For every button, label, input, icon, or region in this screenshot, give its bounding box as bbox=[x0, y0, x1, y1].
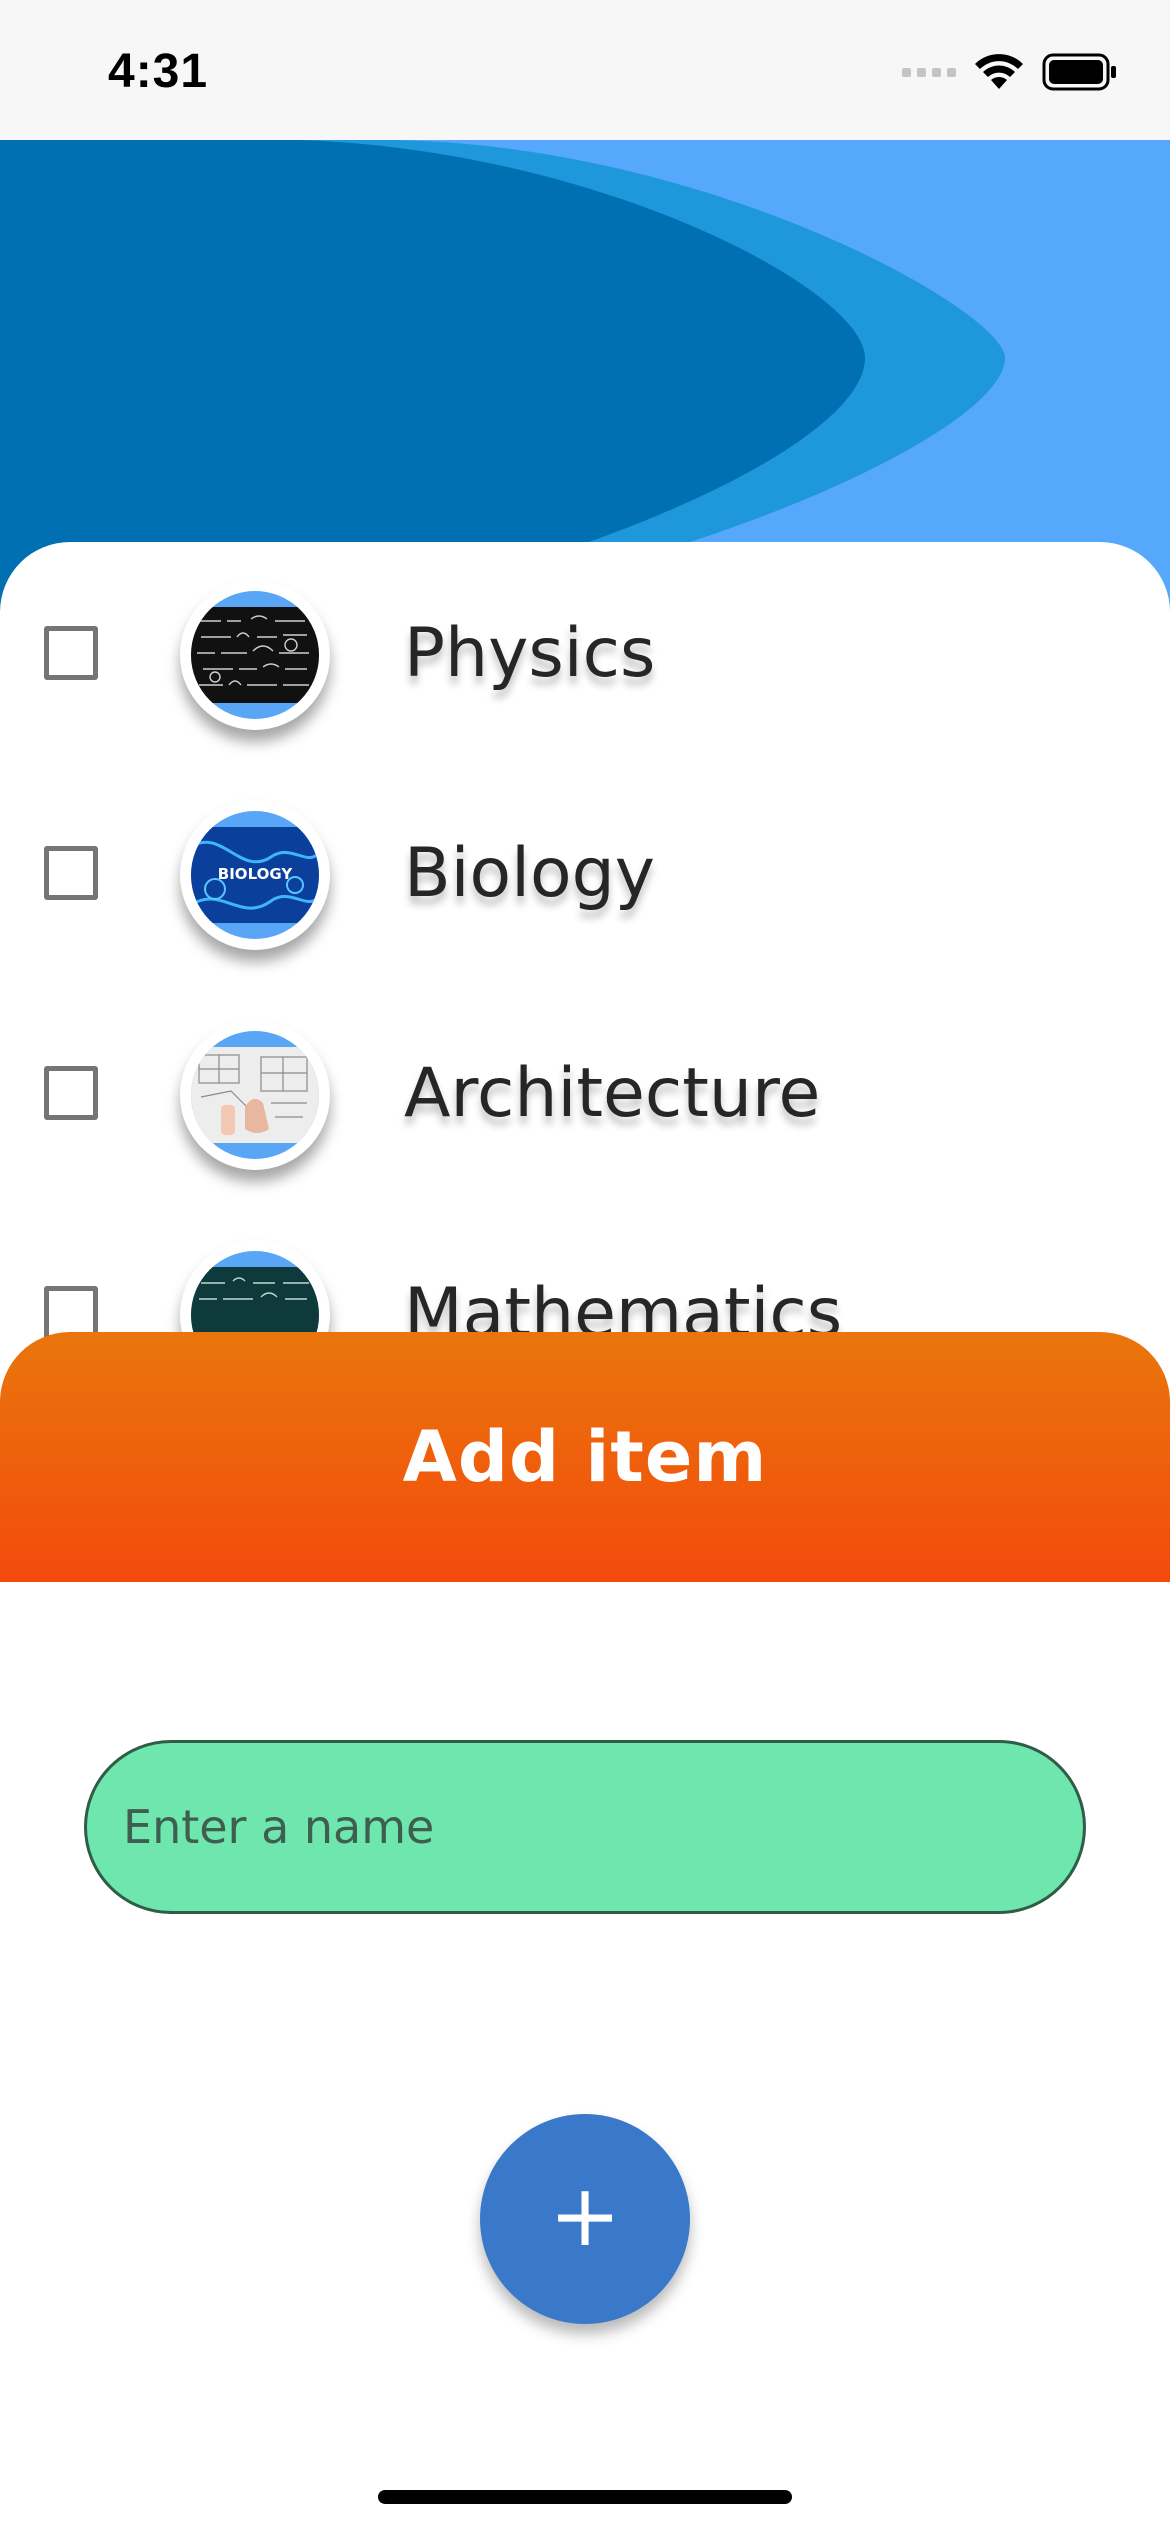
physics-chalkboard-image bbox=[191, 607, 319, 703]
checkbox[interactable] bbox=[44, 626, 98, 680]
list-item[interactable]: Architecture bbox=[0, 982, 1170, 1202]
biology-image-text: BIOLOGY bbox=[218, 865, 294, 883]
subject-list: Physics BIOLOGY Biology Architecture Mat… bbox=[0, 542, 1170, 1362]
avatar: BIOLOGY bbox=[180, 800, 330, 950]
wifi-icon bbox=[975, 54, 1023, 89]
list-item[interactable]: BIOLOGY Biology bbox=[0, 762, 1170, 982]
avatar bbox=[180, 580, 330, 730]
add-fab-button[interactable]: + bbox=[480, 2114, 690, 2324]
plus-icon: + bbox=[548, 2166, 622, 2266]
add-item-label: Add item bbox=[402, 1416, 768, 1498]
avatar bbox=[180, 1020, 330, 1170]
name-input[interactable] bbox=[84, 1740, 1086, 1914]
list-item[interactable]: Physics bbox=[0, 542, 1170, 762]
checkbox[interactable] bbox=[44, 1066, 98, 1120]
checkbox[interactable] bbox=[44, 846, 98, 900]
status-icons bbox=[902, 52, 1118, 92]
status-bar: 4:31 bbox=[0, 0, 1170, 140]
item-label: Physics bbox=[404, 614, 656, 693]
home-indicator[interactable] bbox=[378, 2490, 792, 2504]
item-label: Architecture bbox=[404, 1054, 821, 1133]
cellular-signal-icon bbox=[902, 67, 956, 77]
battery-icon bbox=[1042, 53, 1116, 91]
item-label: Biology bbox=[404, 834, 656, 913]
architecture-blueprint-image bbox=[191, 1047, 319, 1143]
status-time: 4:31 bbox=[108, 45, 209, 98]
biology-dna-image: BIOLOGY bbox=[191, 827, 319, 923]
add-item-button[interactable]: Add item bbox=[0, 1332, 1170, 1582]
